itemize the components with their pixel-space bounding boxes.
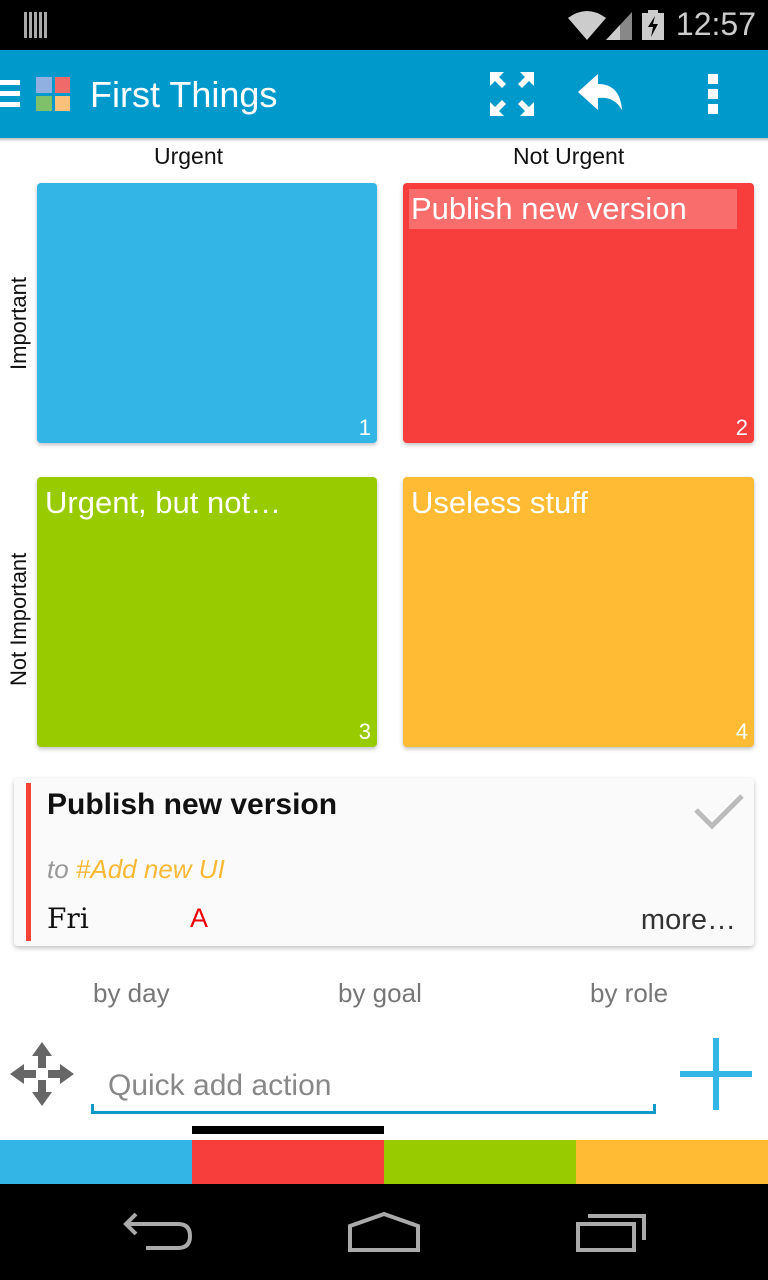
home-icon[interactable]	[344, 1210, 424, 1254]
quadrant-title[interactable]: Useless stuff	[409, 483, 590, 523]
move-icon[interactable]	[8, 1040, 76, 1108]
undo-icon[interactable]	[576, 70, 624, 118]
task-title: Publish new version	[47, 788, 338, 821]
filter-by-day[interactable]: by day	[93, 978, 170, 1009]
tab-quadrant-4[interactable]	[576, 1140, 768, 1184]
filter-by-goal[interactable]: by goal	[338, 978, 422, 1009]
row-label-not-important: Not Important	[6, 552, 31, 686]
more-button[interactable]: more…	[641, 904, 736, 937]
row-label-important: Important	[6, 277, 31, 370]
signal-icon	[606, 12, 632, 40]
quadrant-number: 3	[358, 719, 371, 744]
action-bar: First Things	[0, 50, 768, 142]
column-label-not-urgent: Not Urgent	[513, 143, 625, 169]
selected-tab-indicator	[192, 1126, 384, 1134]
drawer-menu-icon[interactable]	[0, 80, 20, 108]
task-day: Fri	[47, 902, 89, 935]
task-accent-bar	[26, 783, 31, 941]
quadrant-title[interactable]: Urgent, but not…	[43, 483, 283, 523]
status-bar: 12:57	[0, 0, 768, 50]
navigation-bar	[0, 1184, 768, 1280]
expand-icon[interactable]	[488, 70, 536, 118]
quick-add-input[interactable]	[92, 1060, 656, 1114]
quadrant-4[interactable]: Useless stuff 4	[403, 477, 754, 747]
task-card[interactable]: Publish new version to #Add new UI Fri A…	[14, 778, 754, 946]
battery-charging-icon	[642, 10, 664, 40]
quadrant-2[interactable]: Publish new version 2	[403, 183, 754, 443]
tab-quadrant-3[interactable]	[384, 1140, 576, 1184]
quadrant-3[interactable]: Urgent, but not… 3	[37, 477, 377, 747]
tab-quadrant-2[interactable]	[192, 1140, 384, 1184]
column-label-urgent: Urgent	[154, 143, 224, 169]
wifi-icon	[568, 11, 606, 40]
quadrant-number: 1	[358, 415, 371, 440]
app-title[interactable]: First Things	[90, 74, 277, 116]
overflow-menu-icon[interactable]	[690, 70, 738, 118]
quadrant-1[interactable]: 1	[37, 183, 377, 443]
goal-prefix: to	[47, 854, 69, 884]
clock: 12:57	[675, 6, 756, 42]
app-logo-icon[interactable]	[36, 77, 70, 111]
task-priority: A	[190, 903, 209, 933]
quadrant-number: 2	[735, 415, 748, 440]
quadrant-number: 4	[735, 719, 748, 744]
quadrant-tab-strip	[0, 1140, 768, 1184]
recents-icon[interactable]	[572, 1210, 652, 1254]
tab-quadrant-1[interactable]	[0, 1140, 192, 1184]
add-icon[interactable]	[678, 1036, 754, 1112]
quadrant-title[interactable]: Publish new version	[409, 189, 737, 229]
back-icon[interactable]	[122, 1210, 202, 1254]
goal-link[interactable]: #Add new UI	[76, 854, 225, 884]
task-goal: to #Add new UI	[47, 854, 225, 885]
quadrant-title	[43, 189, 47, 193]
filter-by-role[interactable]: by role	[590, 978, 668, 1009]
notification-icon	[24, 12, 48, 38]
complete-check-icon[interactable]	[694, 792, 744, 832]
